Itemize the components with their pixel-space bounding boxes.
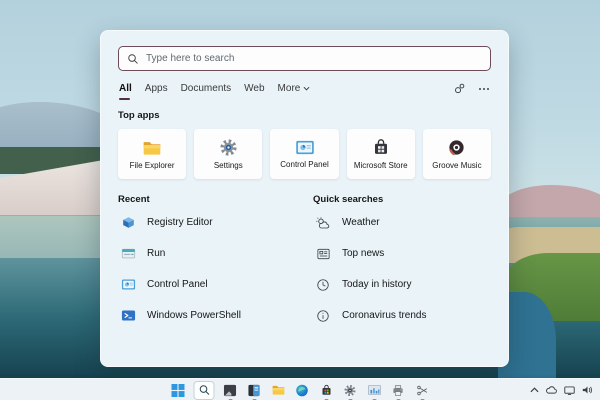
info-circle-icon — [315, 308, 331, 324]
tile-label: Settings — [214, 161, 243, 170]
start-button-windows-logo-icon[interactable] — [171, 383, 186, 398]
tab-web[interactable]: Web — [244, 83, 264, 94]
quick-search-label: Today in history — [342, 279, 411, 290]
control-panel-icon — [120, 277, 136, 293]
tile-control-panel[interactable]: Control Panel — [270, 129, 338, 179]
display-cast-icon[interactable] — [564, 386, 575, 395]
tab-documents[interactable]: Documents — [181, 83, 232, 94]
recent-item-control-panel[interactable]: Control Panel — [118, 269, 313, 300]
file-explorer-folder-icon — [142, 139, 162, 157]
tile-settings[interactable]: Settings — [194, 129, 262, 179]
edge-browser-icon[interactable] — [295, 383, 310, 398]
registry-editor-icon — [120, 215, 136, 231]
recent-item-windows-powershell[interactable]: Windows PowerShell — [118, 300, 313, 331]
tile-microsoft-store[interactable]: Microsoft Store — [347, 129, 415, 179]
recent-header: Recent — [118, 194, 313, 205]
quick-search-today-in-history[interactable]: Today in history — [313, 269, 491, 300]
tab-apps[interactable]: Apps — [145, 83, 168, 94]
snipping-scissors-icon[interactable] — [415, 383, 430, 398]
search-filter-tabs: All Apps Documents Web More — [118, 82, 491, 95]
recent-list: Registry Editor Run Control Panel — [118, 207, 313, 331]
quick-searches-header: Quick searches — [313, 194, 491, 205]
speaker-volume-icon[interactable] — [582, 385, 593, 395]
recent-item-label: Control Panel — [147, 279, 208, 290]
search-input[interactable] — [146, 53, 482, 64]
run-window-icon — [120, 246, 136, 262]
groove-music-disc-icon — [447, 138, 466, 157]
taskbar-microsoft-store-icon[interactable] — [319, 383, 334, 398]
tile-label: Groove Music — [432, 161, 481, 170]
clock-icon — [315, 277, 331, 293]
printer-icon[interactable] — [391, 383, 406, 398]
more-options-ellipsis-icon[interactable] — [478, 87, 490, 91]
recent-item-label: Windows PowerShell — [147, 310, 241, 321]
tile-groove-music[interactable]: Groove Music — [423, 129, 491, 179]
quick-search-coronavirus-trends[interactable]: Coronavirus trends — [313, 300, 491, 331]
tab-all[interactable]: All — [119, 83, 132, 94]
taskbar — [0, 378, 600, 400]
powershell-icon — [120, 308, 136, 324]
search-flyout-panel: All Apps Documents Web More Top apps Fil… — [100, 30, 509, 367]
top-apps-tiles: File Explorer Settings Control Panel Mic… — [118, 129, 491, 179]
search-icon — [127, 53, 139, 65]
taskbar-settings-gear-icon[interactable] — [343, 383, 358, 398]
quick-searches-list: Weather Top news Today in history — [313, 207, 491, 331]
chevron-down-icon — [303, 86, 310, 91]
recent-item-label: Run — [147, 248, 165, 259]
recent-item-registry-editor[interactable]: Registry Editor — [118, 207, 313, 238]
search-box[interactable] — [118, 46, 491, 71]
microsoft-store-bag-icon — [372, 138, 390, 157]
onedrive-cloud-icon[interactable] — [546, 386, 557, 394]
recent-item-run[interactable]: Run — [118, 238, 313, 269]
settings-gear-icon — [219, 138, 238, 157]
taskbar-search-icon[interactable] — [195, 382, 214, 399]
quick-search-label: Top news — [342, 248, 384, 259]
tile-label: File Explorer — [130, 161, 175, 170]
recent-item-label: Registry Editor — [147, 217, 213, 228]
quick-search-label: Weather — [342, 217, 380, 228]
performance-monitor-icon[interactable] — [367, 383, 382, 398]
account-icon[interactable] — [453, 82, 466, 95]
quick-search-weather[interactable]: Weather — [313, 207, 491, 238]
tab-more[interactable]: More — [278, 83, 311, 94]
weather-sun-cloud-icon — [315, 215, 331, 231]
taskbar-file-explorer-icon[interactable] — [271, 383, 286, 398]
chevron-up-hidden-icons-icon[interactable] — [530, 387, 539, 393]
tile-label: Microsoft Store — [354, 161, 408, 170]
top-apps-header: Top apps — [118, 110, 491, 121]
photos-dark-app-icon[interactable] — [223, 383, 238, 398]
tile-file-explorer[interactable]: File Explorer — [118, 129, 186, 179]
newspaper-icon — [315, 246, 331, 262]
system-tray — [530, 379, 593, 400]
widgets-notebook-icon[interactable] — [247, 383, 262, 398]
quick-search-top-news[interactable]: Top news — [313, 238, 491, 269]
tile-label: Control Panel — [280, 160, 328, 169]
control-panel-icon — [295, 139, 315, 156]
quick-search-label: Coronavirus trends — [342, 310, 426, 321]
taskbar-center-icons — [171, 379, 430, 400]
wallpaper-reflection — [0, 216, 110, 258]
